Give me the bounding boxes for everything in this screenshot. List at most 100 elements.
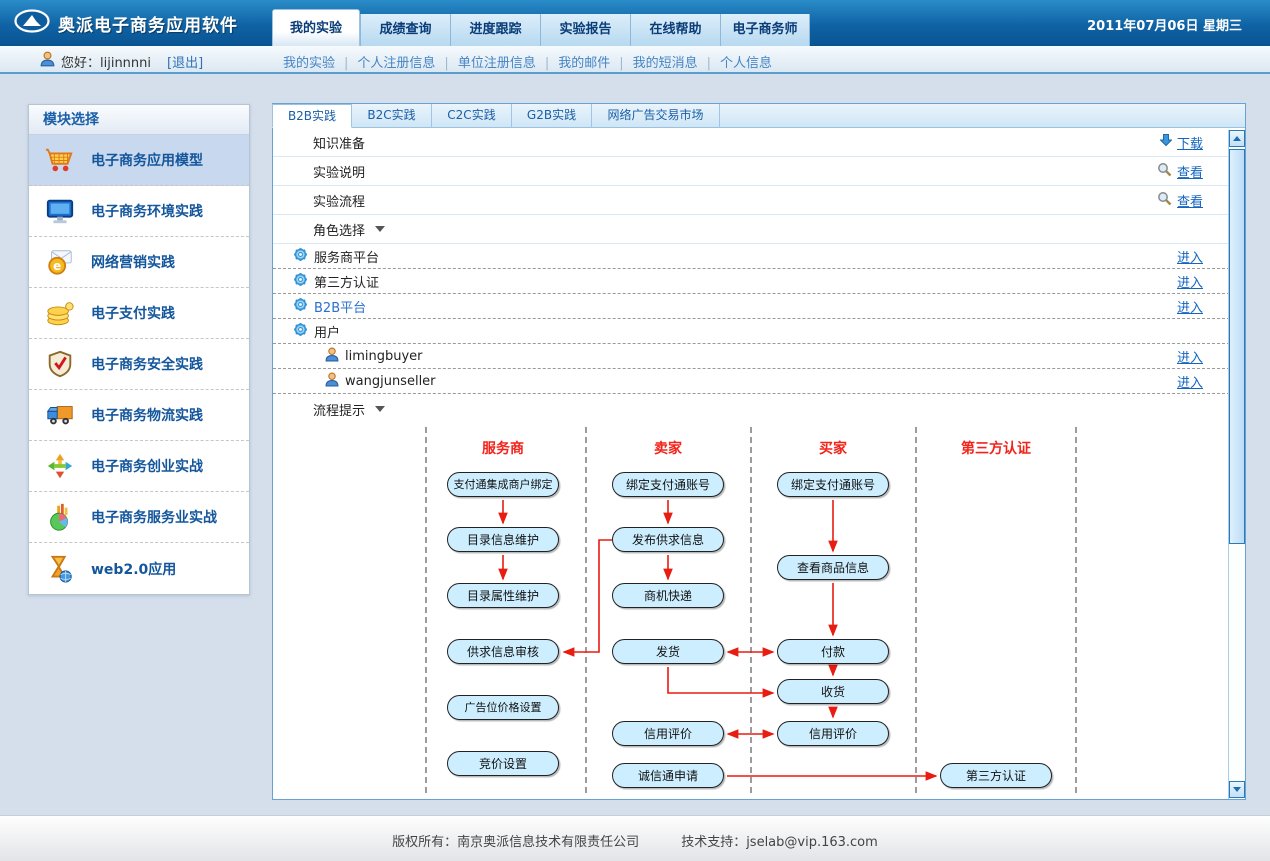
enter-third-party-link[interactable]: 进入: [1177, 272, 1203, 291]
pie-chart-icon: [29, 502, 91, 532]
sidebar-item-label: 电子商务物流实践: [91, 405, 203, 425]
process-hint-label: 流程提示: [313, 400, 365, 419]
download-icon: [1160, 134, 1172, 151]
platform-label: 第三方认证: [314, 272, 379, 291]
nav-tab-experiment-report[interactable]: 实验报告: [540, 14, 630, 46]
platform-label: 服务商平台: [314, 247, 379, 266]
copyright-text: 版权所有：南京奥派信息技术有限责任公司: [392, 831, 639, 850]
platform-row-users: 用户: [273, 319, 1245, 344]
view-flow-link[interactable]: 查看: [1177, 191, 1203, 210]
tab-c2c[interactable]: C2C实践: [432, 104, 512, 128]
nav-tab-ecommerce-specialist[interactable]: 电子商务师: [720, 14, 810, 46]
description-label: 实验说明: [313, 162, 365, 181]
tab-ad-market[interactable]: 网络广告交易市场: [592, 104, 720, 128]
tab-g2b[interactable]: G2B实践: [512, 104, 592, 128]
logout-link[interactable]: [退出]: [167, 52, 203, 71]
link-my-messages[interactable]: 我的短消息: [633, 56, 698, 71]
enter-b2b-link[interactable]: 进入: [1177, 297, 1203, 316]
nav-tab-my-experiments[interactable]: 我的实验: [272, 9, 360, 46]
knowledge-row: 知识准备 下载: [273, 128, 1245, 157]
module-sidebar: 模块选择 电子商务应用模型 电子商务环境实践: [28, 104, 250, 595]
collapse-triangle-icon[interactable]: [375, 226, 385, 232]
magnifier-icon: [1157, 191, 1172, 210]
nav-tab-score-query[interactable]: 成绩查询: [360, 14, 450, 46]
flow-step: 竞价设置: [447, 751, 559, 776]
flow-step: 信用评价: [612, 721, 724, 746]
username: limingbuyer: [345, 349, 423, 364]
magnifier-icon: [1157, 162, 1172, 181]
hourglass-globe-icon: [29, 554, 91, 584]
scrollbar-thumb[interactable]: [1229, 149, 1245, 544]
flowchart-connectors: [273, 424, 1228, 797]
content-panel: B2B实践 B2C实践 C2C实践 G2B实践 网络广告交易市场 知识准备 下载…: [272, 103, 1246, 800]
sidebar-item-label: 电子商务服务业实战: [91, 507, 217, 527]
main-nav: 我的实验 成绩查询 进度跟踪 实验报告 在线帮助 电子商务师: [272, 0, 810, 46]
arrows-icon: [29, 451, 91, 481]
sidebar-item-e-payment[interactable]: 电子支付实践: [29, 288, 249, 339]
user-bar: 您好：lijinnnni [退出] 我的实验 个人注册信息 单位注册信息 我的邮…: [0, 46, 1270, 74]
link-personal-info[interactable]: 个人信息: [720, 56, 772, 71]
sidebar-item-web20[interactable]: web2.0应用: [29, 543, 249, 594]
sidebar-item-ec-security[interactable]: 电子商务安全实践: [29, 339, 249, 390]
platform-label: 用户: [314, 322, 340, 341]
truck-icon: [29, 400, 91, 430]
app-title: 奥派电子商务应用软件: [58, 11, 238, 36]
gear-icon: [293, 322, 308, 341]
sidebar-item-ec-environment[interactable]: 电子商务环境实践: [29, 186, 249, 237]
platform-label: B2B平台: [314, 297, 366, 316]
username: wangjunseller: [345, 374, 436, 389]
flow-column-seller: 卖家: [654, 438, 682, 458]
flow-step: 诚信通申请: [612, 763, 724, 788]
tab-b2c[interactable]: B2C实践: [352, 104, 432, 128]
content-scrollbar[interactable]: [1228, 130, 1245, 799]
flow-column-buyer: 买家: [819, 438, 847, 458]
sidebar-item-ec-services[interactable]: 电子商务服务业实战: [29, 492, 249, 543]
flow-step: 供求信息审核: [447, 639, 559, 664]
nav-tab-online-help[interactable]: 在线帮助: [630, 14, 720, 46]
scroll-up-button[interactable]: [1229, 130, 1245, 147]
flow-step: 绑定支付通账号: [612, 472, 724, 497]
flow-step: 绑定支付通账号: [777, 472, 889, 497]
sidebar-item-ec-logistics[interactable]: 电子商务物流实践: [29, 390, 249, 441]
tab-b2b[interactable]: B2B实践: [272, 104, 352, 128]
process-flowchart: 服务商 卖家 买家 第三方认证 支付通集成商户绑定 目录信息维护 目录属性维护 …: [273, 424, 1228, 797]
support-text: 技术支持：jselab@vip.163.com: [681, 831, 878, 850]
collapse-triangle-icon[interactable]: [375, 406, 385, 412]
email-marketing-icon: e: [29, 247, 91, 277]
sidebar-item-label: 电子商务创业实战: [91, 456, 203, 476]
page-footer: 版权所有：南京奥派信息技术有限责任公司 技术支持：jselab@vip.163.…: [0, 815, 1270, 861]
role-select-label: 角色选择: [313, 220, 365, 239]
view-description-link[interactable]: 查看: [1177, 162, 1203, 181]
sidebar-item-ec-application-model[interactable]: 电子商务应用模型: [29, 135, 249, 186]
flow-step: 目录信息维护: [447, 527, 559, 552]
flow-step: 目录属性维护: [447, 583, 559, 608]
flow-step: 第三方认证: [940, 763, 1052, 788]
flow-label: 实验流程: [313, 191, 365, 210]
flow-step: 发布供求信息: [612, 527, 724, 552]
enter-limingbuyer-link[interactable]: 进入: [1177, 347, 1203, 366]
sidebar-item-label: web2.0应用: [91, 559, 176, 579]
link-my-mail[interactable]: 我的邮件: [558, 56, 610, 71]
download-link[interactable]: 下载: [1177, 133, 1203, 152]
greeting-text: 您好：lijinnnni: [61, 52, 151, 71]
link-personal-registration[interactable]: 个人注册信息: [357, 56, 435, 71]
sidebar-item-ec-startup[interactable]: 电子商务创业实战: [29, 441, 249, 492]
role-select-row[interactable]: 角色选择: [273, 215, 1245, 244]
enter-wangjunseller-link[interactable]: 进入: [1177, 372, 1203, 391]
flow-step: 支付通集成商户绑定: [447, 472, 559, 497]
gear-icon: [293, 297, 308, 316]
link-my-experiments[interactable]: 我的实验: [283, 56, 335, 71]
sidebar-item-label: 电子支付实践: [91, 303, 175, 323]
scroll-down-button[interactable]: [1229, 781, 1245, 798]
link-unit-registration[interactable]: 单位注册信息: [458, 56, 536, 71]
process-hint-row[interactable]: 流程提示: [273, 394, 1245, 424]
sidebar-item-label: 电子商务环境实践: [91, 201, 203, 221]
svg-text:e: e: [53, 259, 61, 273]
nav-tab-progress-tracking[interactable]: 进度跟踪: [450, 14, 540, 46]
app-logo: 奥派电子商务应用软件: [14, 9, 238, 37]
sidebar-item-network-marketing[interactable]: e 网络营销实践: [29, 237, 249, 288]
enter-service-provider-link[interactable]: 进入: [1177, 247, 1203, 266]
person-icon: [325, 372, 339, 391]
coins-icon: [29, 298, 91, 328]
flow-step: 查看商品信息: [777, 555, 889, 580]
